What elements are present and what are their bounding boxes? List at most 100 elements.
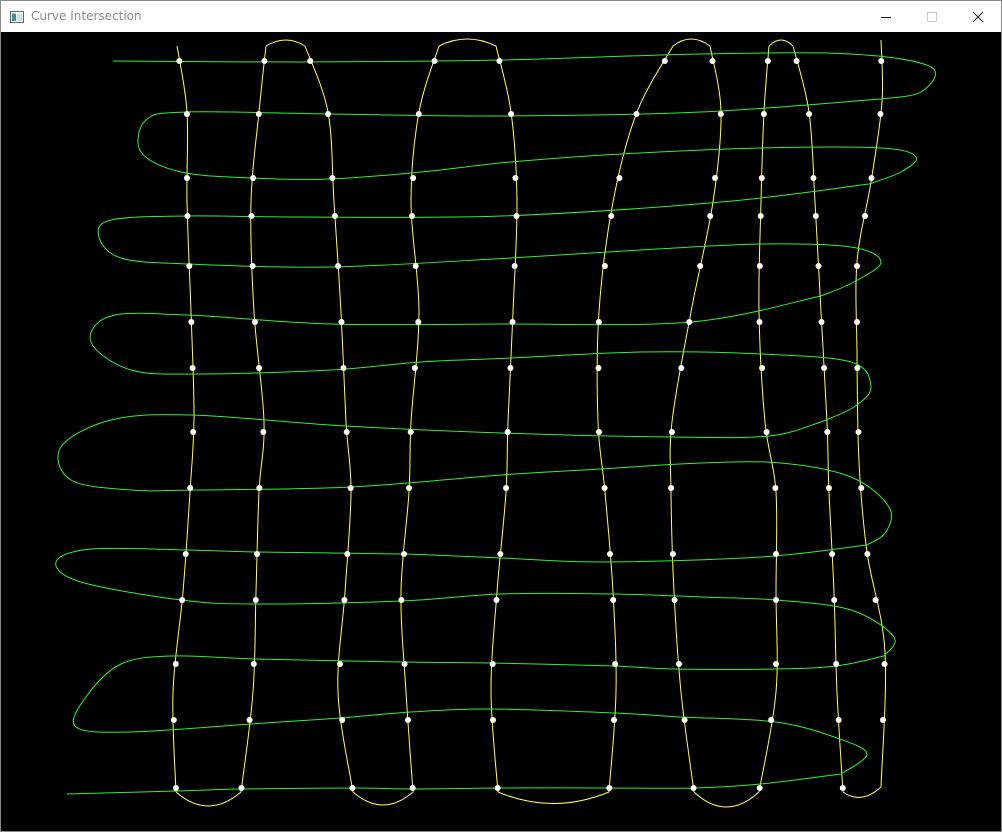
intersection-point: [756, 263, 763, 269]
intersection-point: [668, 485, 675, 491]
intersection-point: [661, 58, 668, 64]
horizontal-curve: [97, 183, 882, 297]
intersection-point: [864, 551, 871, 557]
intersection-point: [411, 365, 418, 371]
intersection-point: [254, 551, 261, 557]
minimize-button[interactable]: [863, 1, 909, 32]
intersection-point: [878, 58, 885, 64]
intersection-point: [835, 717, 842, 723]
drawing-canvas[interactable]: [1, 32, 1001, 831]
intersection-point: [601, 263, 608, 269]
intersection-point: [821, 365, 828, 371]
intersection-point: [405, 717, 411, 723]
intersection-point: [188, 319, 195, 325]
intersection-point: [611, 717, 617, 723]
intersection-point: [415, 319, 422, 325]
intersection-point: [248, 213, 255, 219]
intersection-point: [601, 485, 608, 491]
intersection-point: [881, 661, 888, 667]
intersection-point: [854, 319, 860, 325]
intersection-point: [179, 597, 186, 603]
vertical-curve: [490, 45, 518, 793]
intersection-point: [409, 213, 415, 219]
intersection-point: [610, 597, 617, 603]
intersection-point: [349, 785, 356, 791]
vertical-curve-loop: [693, 791, 760, 808]
intersection-point: [872, 597, 879, 603]
vertical-curve-loop: [438, 38, 497, 47]
vertical-curve: [596, 45, 674, 793]
vertical-curve: [792, 45, 844, 793]
intersection-point: [681, 717, 688, 723]
maximize-button[interactable]: [909, 1, 955, 32]
intersection-point: [812, 213, 819, 219]
title-bar[interactable]: Curve Intersection: [1, 1, 1001, 32]
intersection-point: [250, 175, 257, 181]
intersection-point: [759, 365, 766, 371]
intersection-point: [633, 111, 640, 117]
intersection-point: [412, 263, 419, 269]
intersection-point: [401, 551, 407, 557]
vertical-curve: [304, 45, 354, 793]
intersection-point: [880, 717, 886, 723]
vertical-curve: [855, 39, 887, 788]
intersection-point: [868, 175, 875, 181]
intersection-point: [668, 429, 675, 435]
intersection-point: [238, 785, 245, 791]
intersection-point: [806, 111, 813, 117]
intersection-point: [877, 111, 884, 117]
intersection-point: [764, 58, 771, 64]
intersection-point: [825, 485, 832, 491]
intersection-point: [339, 717, 346, 723]
intersection-point: [756, 785, 763, 791]
intersection-point: [763, 429, 770, 435]
intersection-point: [757, 213, 764, 219]
intersection-point: [858, 485, 865, 491]
intersection-point: [176, 58, 183, 64]
maximize-icon: [927, 11, 937, 22]
intersection-point: [401, 661, 408, 667]
intersection-point: [170, 717, 177, 723]
intersection-point: [756, 319, 763, 325]
intersection-point: [172, 661, 179, 667]
intersection-point: [252, 597, 259, 603]
intersection-point: [810, 175, 817, 181]
intersection-point: [839, 785, 846, 791]
intersection-point: [758, 175, 765, 181]
intersection-point: [773, 597, 779, 603]
intersection-point: [669, 551, 676, 557]
intersection-point: [793, 58, 800, 64]
intersection-point: [612, 661, 619, 667]
intersection-point: [251, 319, 258, 325]
intersection-point: [307, 58, 314, 64]
intersection-point: [410, 175, 417, 181]
intersection-point: [184, 111, 190, 117]
vertical-curve-loop: [768, 39, 794, 47]
intersection-point: [717, 111, 724, 117]
intersection-point: [343, 429, 350, 435]
intersection-point: [854, 263, 860, 269]
app-window: Curve Intersection: [0, 0, 1002, 832]
horizontal-curve: [89, 295, 872, 423]
close-icon: [972, 11, 984, 22]
intersection-point: [494, 785, 501, 791]
window-title: Curve Intersection: [31, 9, 142, 23]
intersection-point: [606, 785, 613, 791]
intersection-point: [690, 785, 697, 791]
intersection-point: [329, 175, 336, 181]
vertical-curve: [172, 45, 195, 793]
horizontal-curve: [112, 52, 937, 100]
intersection-point: [768, 717, 775, 723]
intersection-point: [398, 597, 405, 603]
intersection-point: [513, 213, 520, 219]
intersection-point: [335, 263, 342, 269]
intersection-point: [512, 175, 519, 181]
intersection-point: [496, 58, 503, 64]
intersection-point: [773, 551, 779, 557]
intersection-point: [431, 58, 438, 64]
close-button[interactable]: [955, 1, 1001, 32]
intersection-point: [607, 551, 613, 557]
intersection-point: [407, 429, 414, 435]
vertical-curve-loop: [497, 791, 610, 804]
intersection-point: [256, 365, 263, 371]
